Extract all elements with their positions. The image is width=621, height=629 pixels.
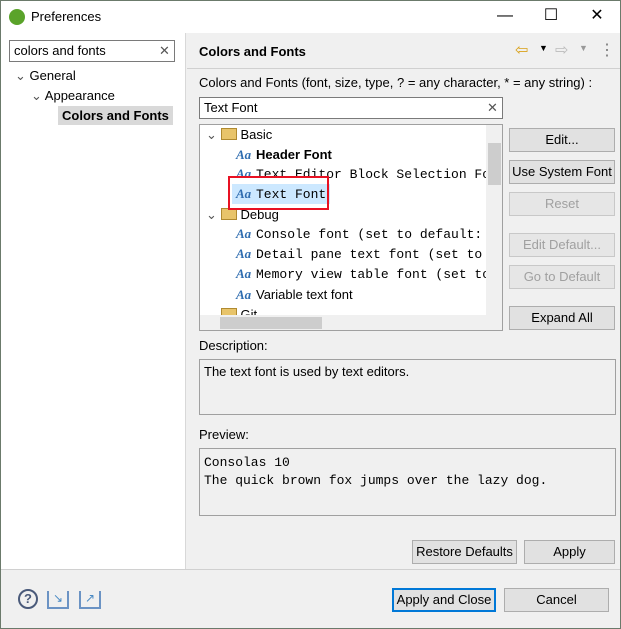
- preview-font: Consolas 10: [204, 455, 290, 470]
- edit-default-button[interactable]: Edit Default...: [509, 233, 615, 257]
- preview-sample: The quick brown fox jumps over the lazy …: [204, 473, 548, 488]
- description: The text font is used by text editors.: [204, 364, 410, 379]
- page-title: Colors and Fonts: [199, 44, 306, 59]
- chevron-down-icon: ⌄: [206, 207, 221, 222]
- go-to-default-button[interactable]: Go to Default: [509, 265, 615, 289]
- clear-font-filter-icon[interactable]: ✕: [487, 100, 498, 116]
- label: Detail pane text font (set to default: T…: [256, 247, 502, 262]
- apply-button[interactable]: Apply: [524, 540, 615, 564]
- cancel-button[interactable]: Cancel: [504, 588, 609, 612]
- filter-input[interactable]: colors and fonts: [9, 40, 175, 62]
- label: Variable text font: [256, 287, 353, 302]
- app-icon: [9, 9, 25, 25]
- vertical-scrollbar[interactable]: [486, 125, 502, 315]
- restore-defaults-button[interactable]: Restore Defaults: [412, 540, 517, 564]
- clear-filter-icon[interactable]: ✕: [159, 43, 170, 59]
- use-system-font-button[interactable]: Use System Font: [509, 160, 615, 184]
- expand-all-button[interactable]: Expand All: [509, 306, 615, 330]
- reset-button[interactable]: Reset: [509, 192, 615, 216]
- label: Appearance: [44, 88, 115, 103]
- font-icon: Aa: [236, 226, 252, 241]
- minimize-button[interactable]: —: [482, 1, 528, 33]
- apply-and-close-button[interactable]: Apply and Close: [392, 588, 496, 612]
- tree-group-basic[interactable]: ⌄ Basic: [206, 125, 272, 145]
- label: Basic: [240, 127, 273, 142]
- export-icon[interactable]: ↗: [79, 591, 101, 609]
- forward-dropdown-icon[interactable]: ▼: [579, 43, 588, 53]
- close-button[interactable]: ✕: [574, 1, 620, 33]
- highlight-box: [228, 176, 329, 210]
- font-filter-input[interactable]: Text Font: [199, 97, 503, 119]
- preview-label: Preview:: [199, 427, 249, 442]
- help-icon[interactable]: ?: [18, 589, 38, 609]
- view-menu-icon[interactable]: ⋮: [599, 40, 615, 60]
- import-icon[interactable]: ↘: [47, 591, 69, 609]
- chevron-down-icon: ⌄: [31, 88, 45, 103]
- edit-button[interactable]: Edit...: [509, 128, 615, 152]
- tree-item-detail-pane-font[interactable]: Aa Detail pane text font (set to default:…: [236, 244, 502, 264]
- description-text: The text font is used by text editors.: [199, 359, 616, 415]
- chevron-down-icon: ⌄: [15, 68, 30, 83]
- back-icon[interactable]: ⇦: [515, 40, 528, 60]
- font-icon: Aa: [236, 266, 252, 281]
- font-filter-value: Text Font: [204, 100, 258, 115]
- font-icon: Aa: [236, 287, 252, 302]
- scroll-thumb[interactable]: [220, 317, 322, 329]
- page-header: Colors and Fonts ⇦ ▼ ⇨ ▼ ⋮: [187, 33, 620, 69]
- font-icon: Aa: [236, 246, 252, 261]
- label: Console font (set to default: Text Font): [256, 227, 502, 242]
- label: Memory view table font (set to default: …: [256, 267, 502, 282]
- tree-item-variable-font[interactable]: Aa Variable text font: [236, 285, 353, 305]
- title-bar: Preferences — ☐ ✕: [1, 1, 620, 33]
- tree-item-memory-view-font[interactable]: Aa Memory view table font (set to default…: [236, 264, 502, 284]
- preview-box: Consolas 10 The quick brown fox jumps ove…: [199, 448, 616, 516]
- footer-divider: [1, 569, 620, 570]
- horizontal-scrollbar[interactable]: [200, 315, 502, 330]
- filter-value: colors and fonts: [14, 43, 106, 58]
- tree-item-colors-and-fonts[interactable]: Colors and Fonts: [58, 106, 173, 125]
- label: Header Font: [256, 147, 332, 162]
- maximize-button[interactable]: ☐: [528, 1, 574, 33]
- back-dropdown-icon[interactable]: ▼: [539, 43, 548, 53]
- font-tree[interactable]: ⌄ Basic Aa Header Font Aa Text Editor Bloc…: [199, 124, 503, 331]
- scroll-thumb[interactable]: [488, 143, 501, 185]
- tree-item-appearance[interactable]: ⌄ Appearance: [31, 88, 115, 104]
- tree-item-header-font[interactable]: Aa Header Font: [236, 145, 332, 165]
- description-label: Description:: [199, 338, 268, 353]
- chevron-down-icon: ⌄: [206, 127, 221, 142]
- tree-item-general[interactable]: ⌄ General: [15, 68, 76, 84]
- window-title: Preferences: [31, 9, 102, 24]
- forward-icon[interactable]: ⇨: [555, 40, 568, 60]
- font-icon: Aa: [236, 147, 252, 162]
- filter-label: Colors and Fonts (font, size, type, ? = …: [199, 75, 593, 90]
- folder-icon: [220, 128, 237, 140]
- label: General: [29, 68, 76, 83]
- tree-item-console-font[interactable]: Aa Console font (set to default: Text Fon…: [236, 224, 502, 244]
